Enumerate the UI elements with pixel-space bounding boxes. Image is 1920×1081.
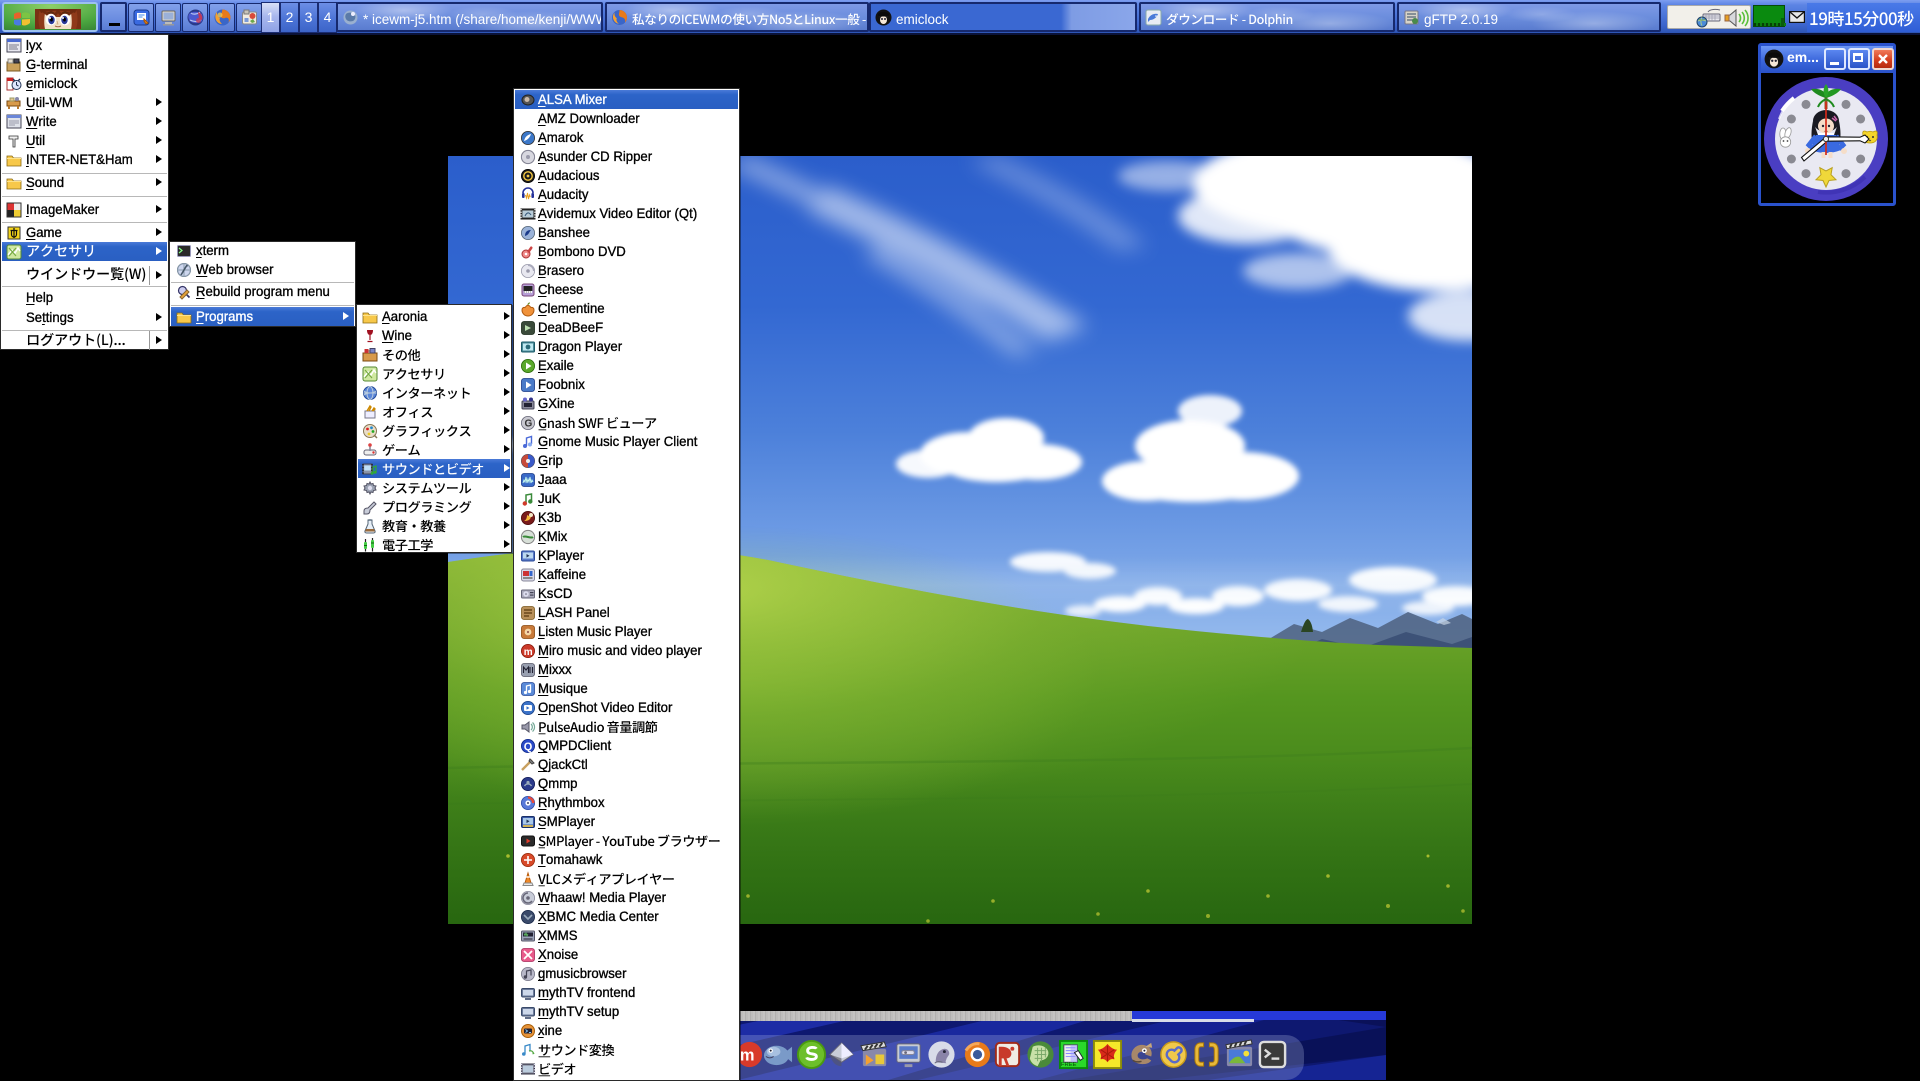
svg-text:m: m [740, 1046, 755, 1064]
svg-text:G: G [525, 418, 533, 429]
svg-text:FREE: FREE [1061, 1062, 1077, 1068]
svg-text:m: m [524, 646, 533, 657]
svg-text:Q: Q [524, 741, 533, 753]
